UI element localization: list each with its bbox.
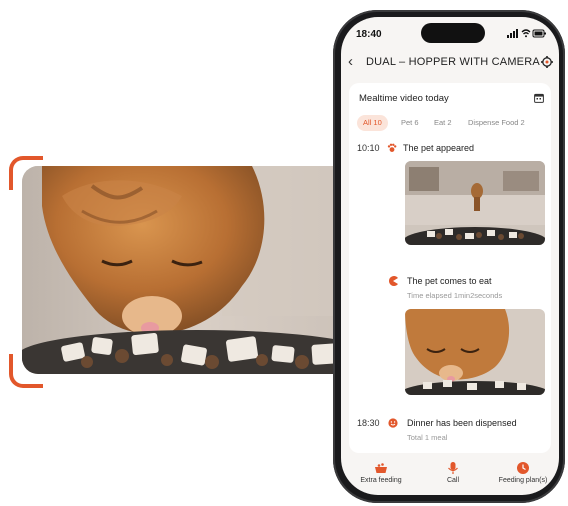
- event-subtitle: Time elapsed 1min2seconds: [407, 291, 503, 300]
- status-bar: 18:40: [341, 17, 559, 51]
- smile-icon: [388, 418, 398, 428]
- panel-title: Mealtime video today: [359, 93, 449, 104]
- bottom-action-bar: Extra feeding Call Feeding plan(s): [341, 459, 559, 495]
- mealtime-video-panel: Mealtime video today All 10 Pet 6 Eat 2 …: [349, 83, 551, 453]
- signal-wifi-battery-icon: [507, 29, 546, 38]
- calendar-icon[interactable]: [534, 93, 544, 103]
- event-title: The pet appeared: [403, 143, 475, 153]
- event-subtitle: Total 1 meal: [407, 433, 448, 442]
- feeding-plan-icon: [517, 462, 529, 474]
- status-time: 18:40: [356, 29, 382, 40]
- page-title: DUAL – HOPPER WITH CAMERA: [366, 56, 540, 68]
- video-thumbnail-pet-eating[interactable]: [405, 309, 545, 395]
- call-label: Call: [446, 477, 460, 484]
- feeding-plans-button[interactable]: Feeding plan(s): [491, 461, 555, 484]
- system-icons: [507, 29, 547, 40]
- event-time: 10:10: [357, 143, 380, 153]
- nav-bar: ‹ DUAL – HOPPER WITH CAMERA: [341, 51, 559, 75]
- settings-gear-icon[interactable]: [541, 56, 553, 68]
- filter-chip-pet[interactable]: Pet 6: [401, 115, 419, 131]
- microphone-icon: [448, 462, 458, 474]
- cat-eating-photo: [22, 166, 384, 374]
- focus-bracket-bottom-left: [9, 354, 43, 388]
- feeding-plans-label: Feeding plan(s): [498, 477, 548, 484]
- cat-eating-illustration: [22, 166, 384, 374]
- video-thumbnail-pet-appeared[interactable]: [405, 161, 545, 245]
- phone-screen: 18:40 ‹ DUAL – HOPPER WITH CAMERA Mealti…: [341, 17, 559, 495]
- filter-chip-dispense-food[interactable]: Dispense Food 2: [468, 115, 525, 131]
- focus-bracket-top-left: [9, 156, 43, 190]
- back-chevron-icon[interactable]: ‹: [348, 53, 353, 70]
- event-time: 18:30: [357, 418, 380, 428]
- dynamic-island: [421, 23, 485, 43]
- extra-feeding-label: Extra feeding: [360, 477, 402, 484]
- room-cat-thumbnail: [405, 161, 545, 245]
- eating-icon: [389, 276, 398, 286]
- filter-chip-all[interactable]: All 10: [357, 115, 388, 131]
- extra-feeding-button[interactable]: Extra feeding: [351, 461, 411, 484]
- filter-chip-eat[interactable]: Eat 2: [434, 115, 452, 131]
- cat-closeup-thumbnail: [405, 309, 545, 395]
- event-title: Dinner has been dispensed: [407, 418, 517, 428]
- call-button[interactable]: Call: [433, 461, 473, 484]
- event-title: The pet comes to eat: [407, 276, 492, 286]
- bowl-icon: [375, 463, 387, 473]
- paw-icon: [387, 143, 397, 152]
